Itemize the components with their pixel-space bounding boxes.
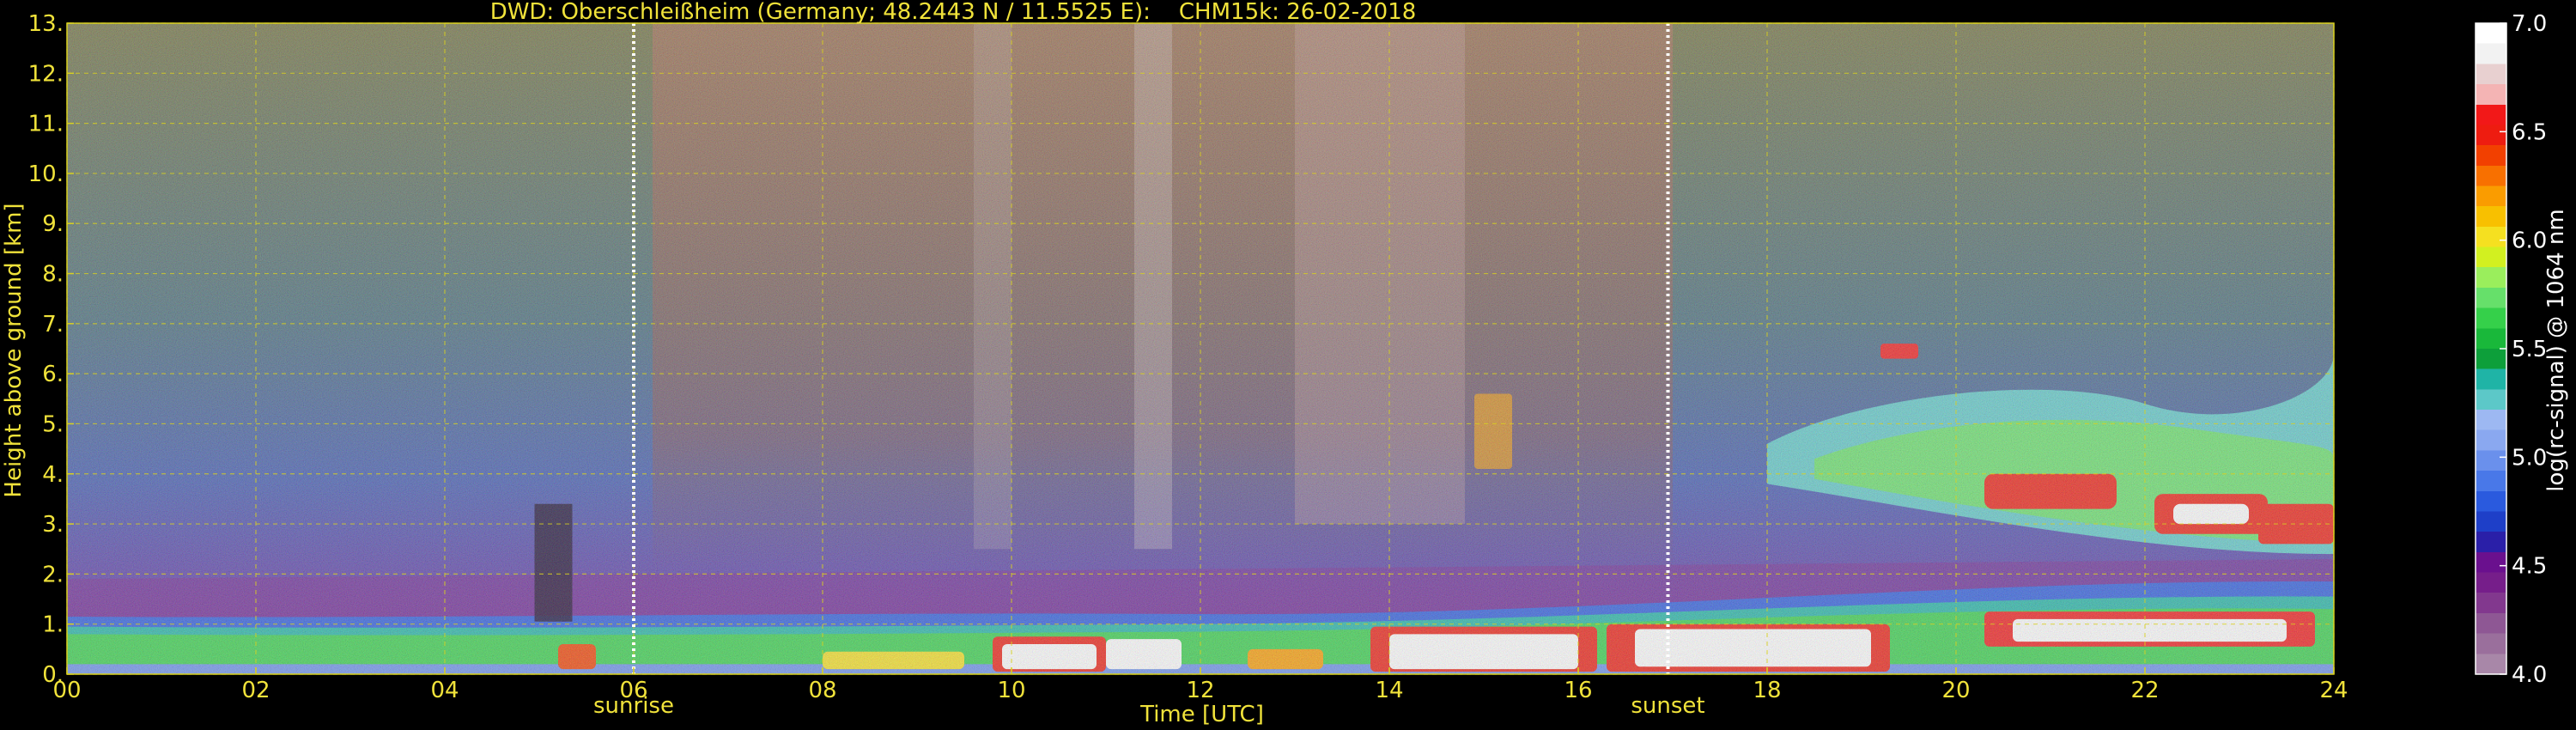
colorbar: 4.0 4.5 5.0 5.5 6.0 6.5 7.0 <box>2475 11 2547 688</box>
x-axis-label: Time [UTC] <box>1139 702 1264 727</box>
x-tick-label: 24 <box>2319 678 2348 703</box>
chart-title: DWD: Oberschleißheim (Germany; 48.2443 N… <box>490 0 1417 25</box>
x-tick-label: 18 <box>1753 678 1781 703</box>
y-tick-label: 6. <box>42 362 64 387</box>
x-tick-label: 04 <box>430 678 459 703</box>
y-axis-label: Height above ground [km] <box>1 203 27 497</box>
y-tick-label: 2. <box>42 562 64 587</box>
colorbar-tick-label: 6.5 <box>2512 119 2547 145</box>
colorbar-tick-label: 6.0 <box>2512 228 2547 254</box>
x-tick-label: 22 <box>2130 678 2159 703</box>
x-tick-label: 08 <box>808 678 836 703</box>
colorbar-tick-label: 5.0 <box>2512 445 2547 471</box>
x-tick-label: 20 <box>1941 678 1970 703</box>
y-tick-label: 12. <box>28 61 64 87</box>
y-tick-label: 3. <box>42 512 64 538</box>
colorbar-tick-label: 5.5 <box>2512 337 2547 362</box>
y-tick-label: 9. <box>42 211 64 237</box>
x-tick-label: 14 <box>1375 678 1403 703</box>
colorbar-tick-label: 7.0 <box>2512 11 2547 37</box>
x-tick-label: 12 <box>1186 678 1214 703</box>
y-tick-label: 11. <box>28 112 64 137</box>
y-tick-label: 0. <box>42 662 64 688</box>
y-tick-label: 5. <box>42 411 64 437</box>
x-tick-label: 06 <box>619 678 647 703</box>
x-tick-label: 10 <box>997 678 1025 703</box>
colorbar-label: log(rc-signal) @ 1064 nm <box>2543 209 2569 491</box>
y-tick-label: 1. <box>42 612 64 638</box>
y-tick-label: 13. <box>28 11 64 37</box>
y-tick-label: 7. <box>42 312 64 338</box>
x-tick-label: 02 <box>241 678 270 703</box>
colorbar-tick-label: 4.5 <box>2512 554 2547 580</box>
y-tick-label: 10. <box>28 161 64 187</box>
y-tick-label: 4. <box>42 462 64 488</box>
x-tick-label: 16 <box>1564 678 1592 703</box>
ceilometer-chart: sunrise sunset 00 02 04 06 08 10 12 14 16 18 20 22 24… <box>1 0 2569 727</box>
sunset-label: sunset <box>1631 693 1704 719</box>
y-tick-label: 8. <box>42 262 64 288</box>
colorbar-tick-label: 4.0 <box>2512 662 2547 688</box>
